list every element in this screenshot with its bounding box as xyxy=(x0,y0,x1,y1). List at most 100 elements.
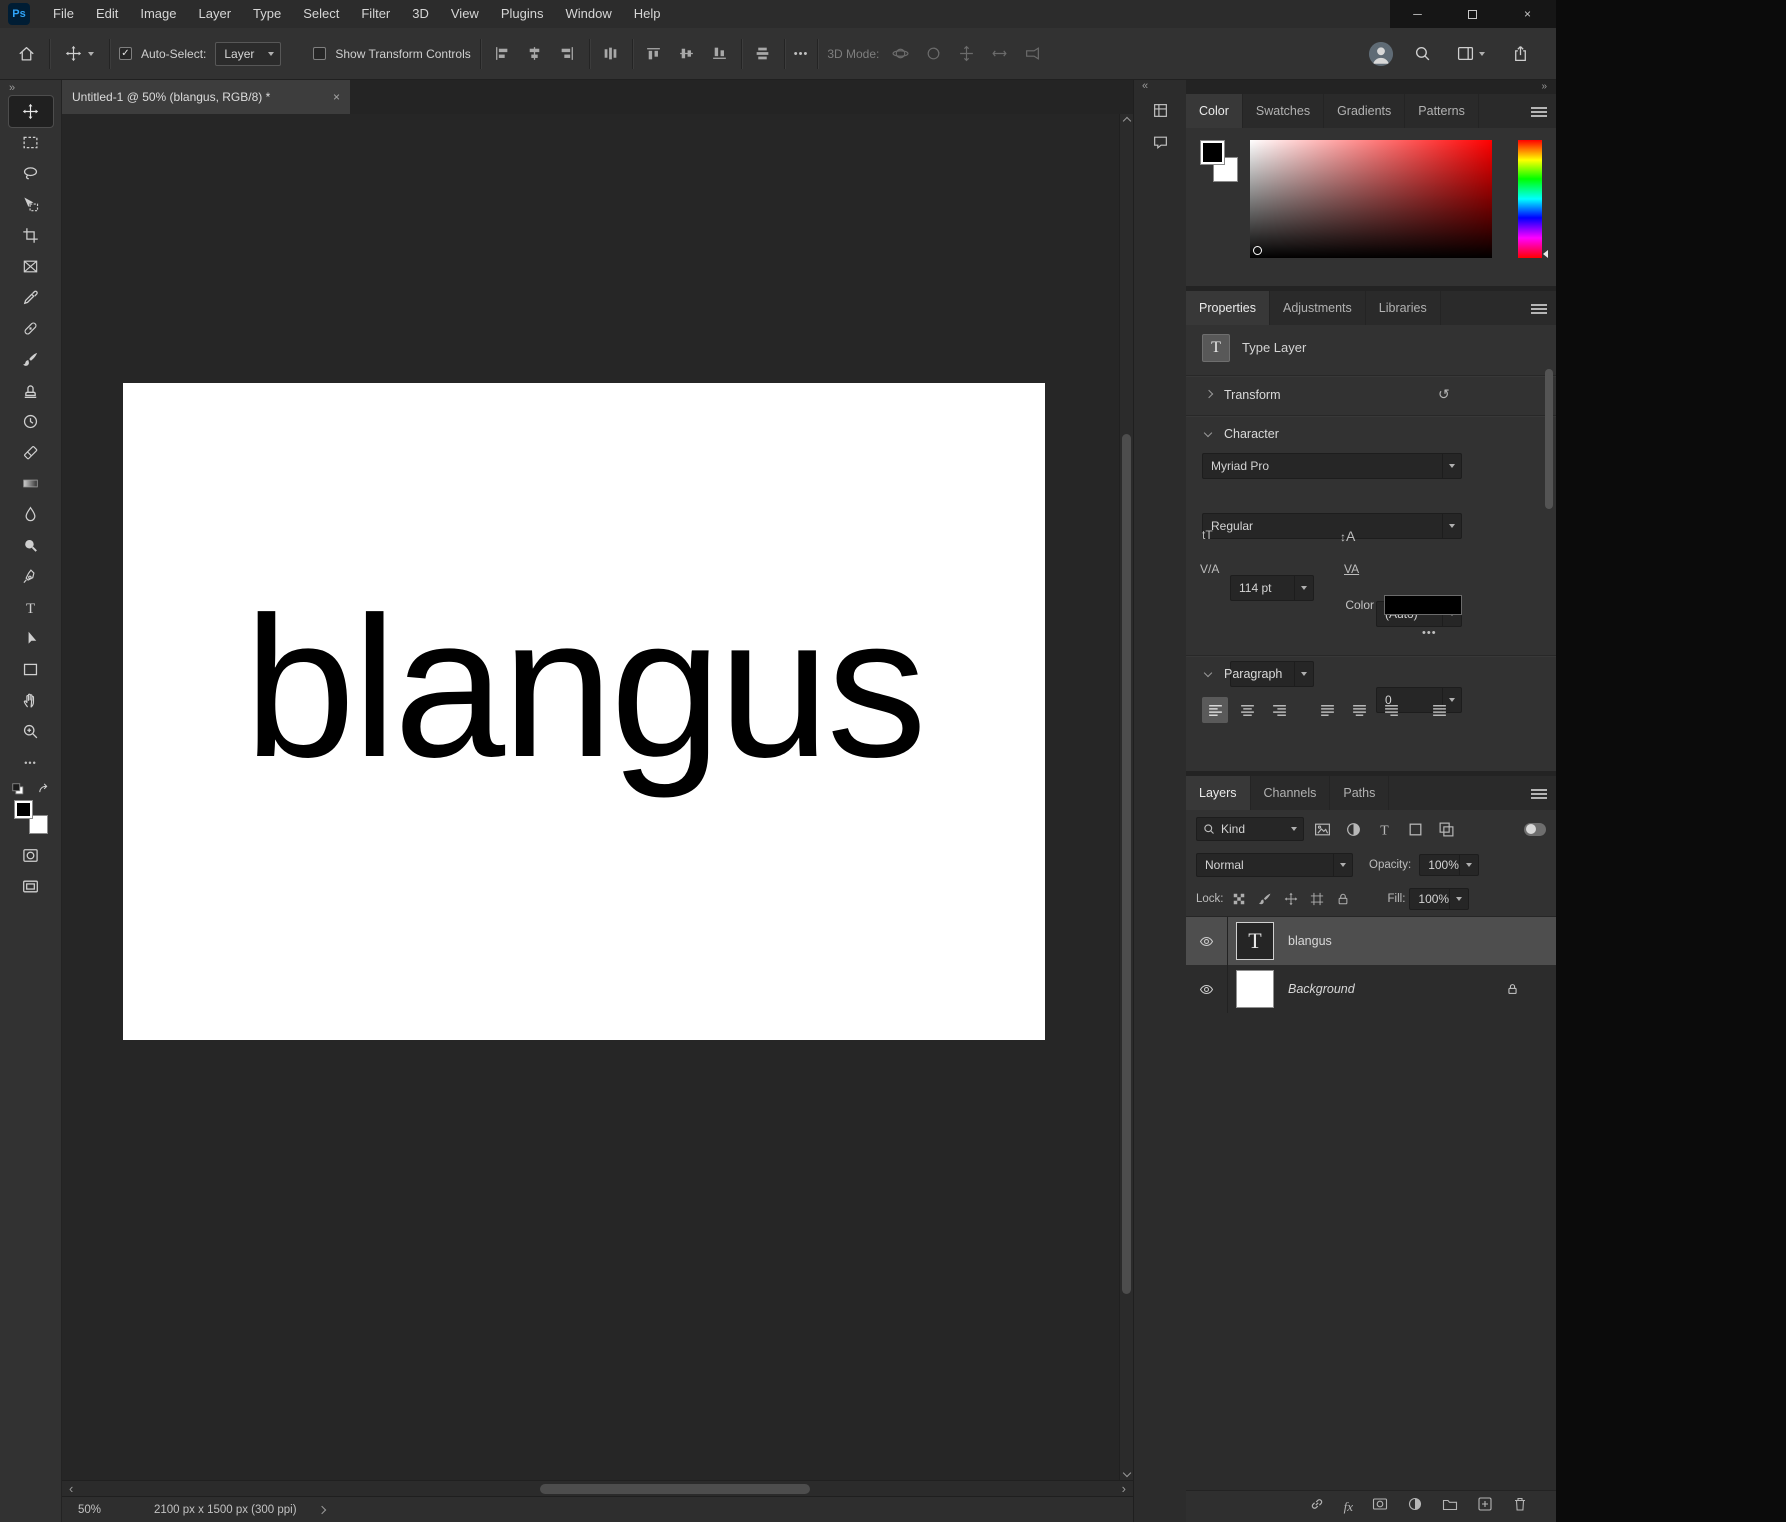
distribute-vertical-button[interactable] xyxy=(751,42,775,66)
expand-tools-button[interactable]: » xyxy=(0,81,24,96)
color-cursor[interactable] xyxy=(1253,246,1262,255)
close-button[interactable]: × xyxy=(1500,0,1555,28)
tab-color[interactable]: Color xyxy=(1186,94,1243,128)
vertical-scrollbar[interactable] xyxy=(1119,114,1133,1480)
path-selection-tool[interactable] xyxy=(9,623,53,654)
hue-slider-pointer[interactable] xyxy=(1543,250,1548,258)
new-layer-button[interactable] xyxy=(1477,1496,1493,1517)
filter-toggle-switch[interactable] xyxy=(1524,823,1546,836)
tool-preset-picker[interactable] xyxy=(59,43,100,64)
paragraph-collapse-chevron[interactable] xyxy=(1204,669,1212,677)
align-right-edges-button[interactable] xyxy=(556,42,580,66)
hand-tool[interactable] xyxy=(9,685,53,716)
menu-item[interactable]: Layer xyxy=(188,0,243,28)
account-avatar[interactable] xyxy=(1369,42,1393,66)
filter-kind-select[interactable]: Kind xyxy=(1196,817,1304,841)
layer-visibility-cell[interactable] xyxy=(1186,965,1228,1013)
lock-artboard-button[interactable] xyxy=(1306,888,1328,910)
screen-mode-button[interactable] xyxy=(9,871,53,902)
menu-item[interactable]: View xyxy=(440,0,490,28)
show-transform-checkbox[interactable]: ✓ xyxy=(313,47,326,60)
layer-row-blangus[interactable]: T blangus xyxy=(1186,917,1556,965)
scroll-right-icon[interactable]: › xyxy=(1122,1481,1126,1497)
menu-item[interactable]: Plugins xyxy=(490,0,555,28)
filter-type-layers-button[interactable]: T xyxy=(1371,817,1397,841)
text-color-swatch[interactable] xyxy=(1384,595,1462,615)
3d-slide-button[interactable] xyxy=(987,42,1011,66)
menu-item[interactable]: Select xyxy=(292,0,350,28)
font-style-select[interactable]: Regular xyxy=(1202,513,1462,539)
delete-layer-button[interactable] xyxy=(1512,1496,1528,1517)
reset-transform-button[interactable]: ↺ xyxy=(1438,387,1450,401)
transform-section-label[interactable]: Transform xyxy=(1224,379,1281,411)
filter-pixel-layers-button[interactable] xyxy=(1309,817,1335,841)
pen-tool[interactable] xyxy=(9,561,53,592)
auto-select-checkbox[interactable]: ✓ xyxy=(119,47,132,60)
layer-style-button[interactable]: fx xyxy=(1344,1499,1353,1515)
auto-select-target-select[interactable]: Layer xyxy=(215,42,281,66)
character-section-label[interactable]: Character xyxy=(1224,419,1279,449)
align-vertical-centers-button[interactable] xyxy=(675,42,699,66)
share-button[interactable] xyxy=(1506,40,1534,68)
default-colors-icon[interactable] xyxy=(11,782,25,796)
more-align-options-button[interactable]: ••• xyxy=(794,48,809,60)
expand-dock-button[interactable]: « xyxy=(1134,80,1156,94)
menu-item[interactable]: File xyxy=(42,0,85,28)
document-tab[interactable]: Untitled-1 @ 50% (blangus, RGB/8) * × xyxy=(62,80,350,114)
foreground-color-swatch[interactable] xyxy=(14,800,33,819)
foreground-color-swatch[interactable] xyxy=(1200,140,1225,165)
rectangle-tool[interactable] xyxy=(9,654,53,685)
align-left-edges-button[interactable] xyxy=(490,42,514,66)
justify-last-left-button[interactable] xyxy=(1314,697,1340,723)
search-button[interactable] xyxy=(1408,40,1436,68)
paragraph-section-label[interactable]: Paragraph xyxy=(1224,659,1282,689)
scroll-left-icon[interactable]: ‹ xyxy=(69,1481,73,1497)
filter-smart-objects-button[interactable] xyxy=(1433,817,1459,841)
lock-pixels-button[interactable] xyxy=(1254,888,1276,910)
more-character-options-button[interactable]: ••• xyxy=(1422,627,1437,639)
type-tool[interactable]: T xyxy=(9,592,53,623)
layer-thumbnail-type[interactable]: T xyxy=(1236,922,1274,960)
zoom-level-field[interactable]: 50% xyxy=(78,1504,138,1516)
justify-last-right-button[interactable] xyxy=(1378,697,1404,723)
tab-properties[interactable]: Properties xyxy=(1186,291,1270,325)
new-group-button[interactable] xyxy=(1442,1496,1458,1517)
comments-panel-button[interactable] xyxy=(1142,126,1178,158)
scroll-up-icon[interactable] xyxy=(1123,117,1131,125)
layer-row-background[interactable]: Background xyxy=(1186,965,1556,1013)
blend-mode-select[interactable]: Normal xyxy=(1196,853,1353,877)
collapse-panels-button[interactable]: » xyxy=(1541,80,1547,94)
canvas[interactable]: blangus xyxy=(123,383,1045,1040)
font-size-select[interactable]: 114 pt xyxy=(1230,575,1314,601)
tab-libraries[interactable]: Libraries xyxy=(1366,291,1441,325)
clone-stamp-tool[interactable] xyxy=(9,375,53,406)
gradient-tool[interactable] xyxy=(9,468,53,499)
lock-all-button[interactable] xyxy=(1332,888,1354,910)
saturation-brightness-field[interactable] xyxy=(1250,140,1492,258)
tab-layers[interactable]: Layers xyxy=(1186,776,1251,810)
tab-patterns[interactable]: Patterns xyxy=(1405,94,1479,128)
rectangular-marquee-tool[interactable] xyxy=(9,127,53,158)
align-horizontal-centers-button[interactable] xyxy=(523,42,547,66)
frame-tool[interactable] xyxy=(9,251,53,282)
character-collapse-chevron[interactable] xyxy=(1204,429,1212,437)
layer-name[interactable]: Background xyxy=(1288,982,1355,996)
move-tool[interactable] xyxy=(9,96,53,127)
font-family-select[interactable]: Myriad Pro xyxy=(1202,453,1462,479)
zoom-tool[interactable] xyxy=(9,716,53,747)
align-top-edges-button[interactable] xyxy=(642,42,666,66)
tab-close-button[interactable]: × xyxy=(333,90,340,104)
lasso-tool[interactable] xyxy=(9,158,53,189)
status-options-chevron[interactable] xyxy=(317,1505,325,1513)
swap-colors-icon[interactable] xyxy=(37,782,51,796)
menu-item[interactable]: Filter xyxy=(350,0,401,28)
tab-paths[interactable]: Paths xyxy=(1330,776,1389,810)
eyedropper-tool[interactable] xyxy=(9,282,53,313)
3d-pan-button[interactable] xyxy=(954,42,978,66)
menu-item[interactable]: Type xyxy=(242,0,292,28)
spot-healing-brush-tool[interactable] xyxy=(9,313,53,344)
justify-all-button[interactable] xyxy=(1426,697,1452,723)
crop-tool[interactable] xyxy=(9,220,53,251)
layer-name[interactable]: blangus xyxy=(1288,934,1332,948)
lock-position-button[interactable] xyxy=(1280,888,1302,910)
